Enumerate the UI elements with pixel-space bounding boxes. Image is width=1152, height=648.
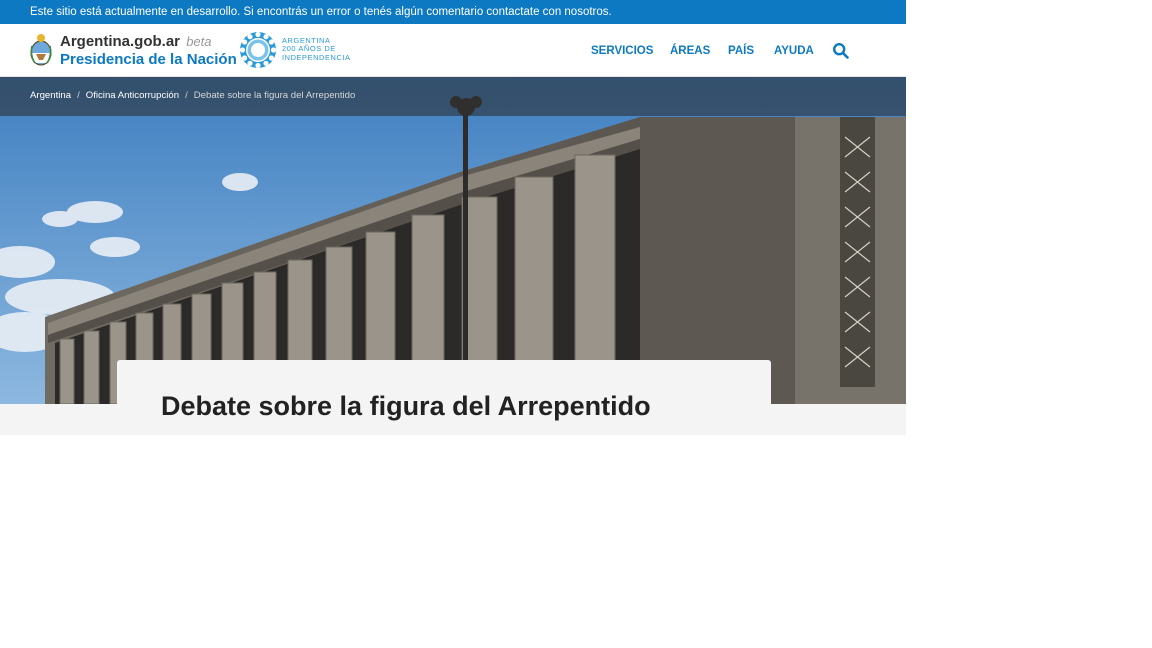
development-notice-text: Este sitio está actualmente en desarroll…: [30, 6, 612, 18]
development-notice-bar: Este sitio está actualmente en desarroll…: [0, 0, 906, 24]
site-header: Argentina.gob.ar beta Presidencia de la …: [0, 24, 906, 77]
search-button[interactable]: [832, 42, 850, 60]
title-card: Debate sobre la figura del Arrepentido: [117, 360, 771, 435]
breadcrumb: Argentina / Oficina Anticorrupción / Debate …: [0, 77, 906, 116]
breadcrumb-link-oficina-anticorrupcion[interactable]: Oficina Anticorrupción: [86, 90, 179, 101]
breadcrumb-separator: /: [185, 90, 188, 101]
main-navigation: SERVICIOS ÁREAS PAÍS AYUDA: [0, 24, 906, 76]
nav-servicios[interactable]: SERVICIOS: [591, 44, 653, 58]
search-icon: [832, 42, 849, 59]
nav-ayuda[interactable]: AYUDA: [774, 44, 814, 58]
page-title: Debate sobre la figura del Arrepentido: [161, 391, 651, 421]
breadcrumb-link-argentina[interactable]: Argentina: [30, 90, 71, 101]
page-viewport: Este sitio está actualmente en desarroll…: [0, 0, 906, 435]
breadcrumb-current: Debate sobre la figura del Arrepentido: [193, 90, 356, 101]
breadcrumb-separator: /: [77, 90, 80, 101]
hero-building-image: [0, 77, 906, 404]
nav-pais[interactable]: PAÍS: [728, 44, 754, 58]
hero-banner: Argentina / Oficina Anticorrupción / Debate …: [0, 77, 906, 404]
nav-areas[interactable]: ÁREAS: [670, 44, 710, 58]
